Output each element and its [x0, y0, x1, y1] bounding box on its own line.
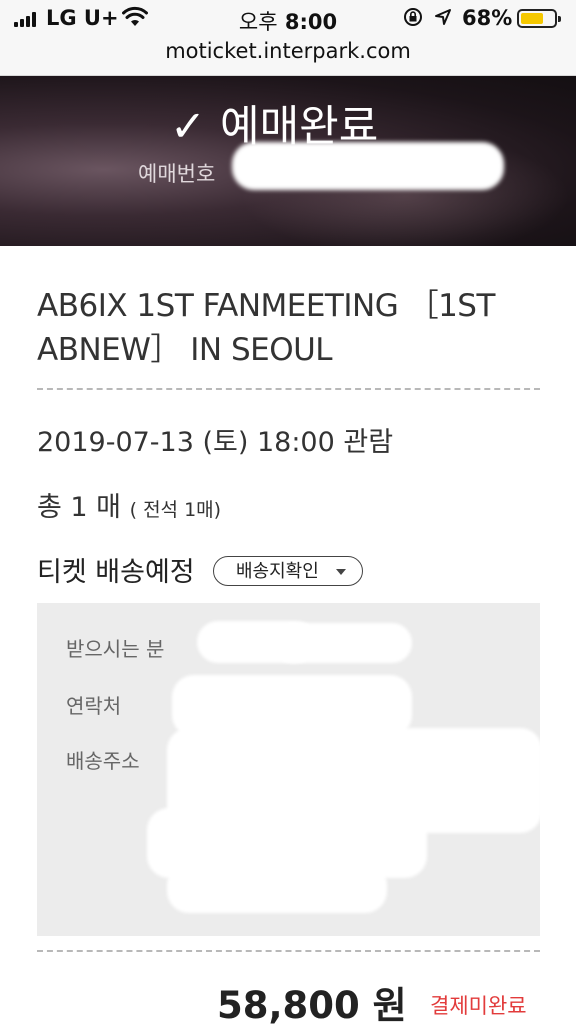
battery-icon: [517, 9, 561, 28]
redaction-mark: [232, 142, 504, 190]
check-icon: ✓: [170, 102, 207, 152]
delivery-address-panel: 받으시는 분 연락처 배송주소: [37, 603, 540, 936]
check-address-button-label: 배송지확인: [236, 561, 319, 582]
delivery-label: 티켓 배송예정: [37, 557, 195, 588]
booking-complete-banner: ✓ 예매완료 예매번호: [0, 76, 576, 246]
redaction-mark: [272, 623, 412, 663]
event-title: AB6IX 1ST FANMEETING ［1ST ABNEW］ IN SEOU…: [37, 288, 495, 368]
location-arrow-icon: [435, 9, 451, 25]
event-datetime: 2019-07-13 (토) 18:00 관람: [37, 427, 394, 458]
contact-label: 연락처: [66, 694, 122, 718]
recipient-label: 받으시는 분: [66, 637, 165, 661]
ticket-count: 총 1 매 ( 전석 1매): [37, 485, 221, 524]
divider: [37, 388, 540, 390]
divider: [37, 950, 540, 952]
address-label: 배송주소: [66, 749, 140, 773]
ticket-count-main: 총 1 매: [37, 492, 122, 523]
total-price: 58,800 원: [217, 984, 407, 1027]
chevron-down-icon: [336, 569, 346, 575]
clock-time: 8:00: [284, 10, 338, 34]
status-bar: LG U+ 오후 8:00 68%: [0, 0, 576, 38]
redaction-mark: [167, 863, 387, 913]
clock-ampm: 오후: [238, 10, 278, 34]
rotation-lock-icon: [404, 8, 422, 26]
order-number-label: 예매번호: [138, 162, 216, 186]
address-bar[interactable]: moticket.interpark.com: [0, 38, 576, 76]
battery-percent: 68%: [462, 6, 513, 30]
payment-status: 결제미완료: [430, 994, 527, 1018]
check-address-button[interactable]: 배송지확인: [213, 556, 363, 586]
ticket-count-detail: ( 전석 1매): [129, 499, 222, 521]
